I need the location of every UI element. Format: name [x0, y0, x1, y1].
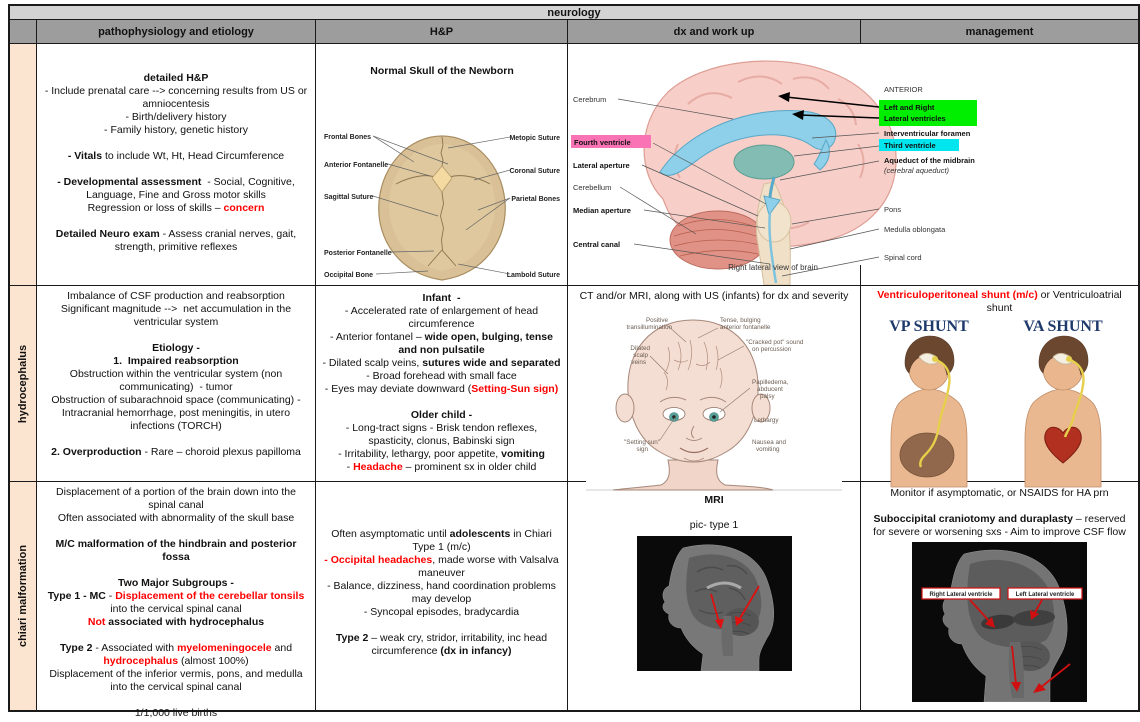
- label-third-ventricle: Third ventricle: [884, 141, 936, 150]
- row-header-chiari: chiari malformation: [10, 482, 37, 710]
- brain-ventricles-diagram: Cerebrum Fourth ventricle Lateral apertu…: [568, 44, 1138, 285]
- vp-shunt-child-figure: [891, 336, 967, 487]
- cell-text: detailed H&P- Include prenatal care --> …: [43, 72, 309, 254]
- management-title: Ventriculoperitoneal shunt (m/c) or Vent…: [861, 286, 1138, 315]
- label-right-lateral-ventricle: Right Lateral ventricle: [929, 592, 993, 598]
- chiari-mri-image: [637, 536, 792, 671]
- neurology-study-sheet: neurology pathophysiology and etiology H…: [0, 0, 1140, 722]
- cell-chiari-pathophysiology: Displacement of a portion of the brain d…: [37, 482, 316, 710]
- label-cracked-pot: "Cracked pot" sound: [746, 339, 804, 346]
- label-sagittal-suture: Sagittal Suture: [324, 194, 374, 201]
- mri-subtitle: pic- type 1: [568, 507, 860, 536]
- brain-shape: [644, 61, 896, 285]
- label-pons: Pons: [884, 205, 901, 214]
- label-transillumination: Positive: [646, 317, 669, 324]
- label-metopic-suture: Metopic Suture: [509, 135, 560, 142]
- va-shunt-heading: VA SHUNT: [1023, 318, 1103, 335]
- column-header-hp: H&P: [316, 20, 568, 44]
- label-lambold-suture: Lambold Suture: [507, 272, 560, 279]
- skull-shape: [379, 136, 506, 280]
- row-header-hydrocephalus: hydrocephalus: [10, 286, 37, 482]
- label-spinal-cord: Spinal cord: [884, 253, 922, 262]
- vp-va-shunt-diagram: VP SHUNT VA SHUNT: [861, 315, 1137, 493]
- label-central-canal: Central canal: [573, 240, 620, 249]
- label-lethargy: Lethargy: [754, 417, 779, 424]
- label-fourth-ventricle: Fourth ventricle: [574, 138, 631, 147]
- label-lateral-ventricles-2: Lateral ventricles: [884, 114, 946, 123]
- column-header-pathophysiology: pathophysiology and etiology: [37, 20, 316, 44]
- label-cerebrum: Cerebrum: [573, 95, 606, 104]
- va-shunt-child-figure: [1025, 336, 1101, 487]
- label-setting-sun: "Setting sun": [624, 439, 660, 446]
- svg-text:scalp: scalp: [633, 352, 648, 359]
- newborn-skull-diagram: Normal Skull of the Newborn: [316, 44, 567, 285]
- row-header-hydrocephalus-label: hydrocephalus: [17, 344, 29, 422]
- label-cerebellum: Cerebellum: [573, 183, 611, 192]
- cell-text: Often asymptomatic until adolescents in …: [322, 528, 561, 658]
- partial-column-divider: [860, 265, 861, 285]
- vp-shunt-heading: VP SHUNT: [889, 318, 969, 335]
- column-header-management: management: [861, 20, 1138, 44]
- column-header-hp-label: H&P: [430, 26, 453, 38]
- row-header-general: [10, 44, 37, 286]
- neurology-table: neurology pathophysiology and etiology H…: [8, 4, 1140, 712]
- label-frontal-bones: Frontal Bones: [324, 134, 371, 141]
- cell-hydrocephalus-pathophysiology: Imbalance of CSF production and reabsorp…: [37, 286, 316, 482]
- label-fontanelle: Tense, bulging: [720, 317, 761, 324]
- label-lateral-aperture: Lateral aperture: [573, 161, 630, 170]
- cell-chiari-dx: MRI pic- type 1: [568, 482, 861, 710]
- label-lateral-ventricles-1: Left and Right: [884, 103, 935, 112]
- svg-text:transillumination: transillumination: [627, 324, 673, 331]
- label-posterior-fontanelle: Posterior Fontanelle: [324, 250, 392, 257]
- peritoneal-cavity: [900, 433, 954, 477]
- label-coronal-suture: Coronal Suture: [509, 168, 560, 175]
- cell-general-dx-management: Cerebrum Fourth ventricle Lateral apertu…: [568, 44, 1138, 286]
- label-nausea: Nausea and: [752, 439, 786, 446]
- label-left-lateral-ventricle: Left Lateral ventricle: [1016, 592, 1075, 598]
- label-anterior: ANTERIOR: [884, 85, 923, 94]
- dx-title: CT and/or MRI, along with US (infants) f…: [568, 286, 860, 303]
- column-header-management-label: management: [966, 26, 1034, 38]
- label-papilledema: Papilledema,: [752, 379, 789, 386]
- svg-text:vomiting: vomiting: [756, 446, 780, 453]
- label-parietal-bones: Parietal Bones: [511, 196, 560, 203]
- svg-text:on percussion: on percussion: [752, 346, 792, 353]
- column-header-dx: dx and work up: [568, 20, 861, 44]
- cell-text: Displacement of a portion of the brain d…: [43, 486, 309, 720]
- svg-text:veins: veins: [631, 359, 646, 366]
- cell-chiari-management: Monitor if asymptomatic, or NSAIDS for H…: [861, 482, 1138, 710]
- label-medulla: Medulla oblongata: [884, 225, 946, 234]
- cell-hydrocephalus-management: Ventriculoperitoneal shunt (m/c) or Vent…: [861, 286, 1138, 482]
- svg-text:anterior fontanelle: anterior fontanelle: [720, 324, 771, 331]
- label-anterior-fontanelle: Anterior Fontanelle: [324, 162, 388, 169]
- cell-hydrocephalus-dx: CT and/or MRI, along with US (infants) f…: [568, 286, 861, 482]
- cell-general-pathophysiology: detailed H&P- Include prenatal care --> …: [37, 44, 316, 286]
- label-dilated-veins: Dilated: [630, 345, 650, 352]
- brain-caption: Right lateral view of brain: [728, 263, 818, 272]
- cerebellum-shape: [670, 211, 766, 269]
- svg-text:sign: sign: [636, 446, 648, 453]
- skull-title: Normal Skull of the Newborn: [370, 65, 514, 77]
- cell-text: Imbalance of CSF production and reabsorp…: [43, 290, 309, 459]
- label-interventricular-foramen: Interventricular foramen: [884, 129, 971, 138]
- svg-text:abducent: abducent: [757, 386, 783, 393]
- cell-text: Monitor if asymptomatic, or NSAIDS for H…: [861, 482, 1138, 539]
- hydrocephalus-infant-diagram: Positive transillumination Tense, bulgin…: [568, 302, 860, 506]
- label-occipital-bone: Occipital Bone: [324, 272, 373, 279]
- label-aqueduct: Aqueduct of the midbrain: [884, 156, 975, 165]
- table-title: neurology: [547, 7, 600, 19]
- cell-general-hp: Normal Skull of the Newborn: [316, 44, 568, 286]
- cell-hydrocephalus-hp: Infant -- Accelerated rate of enlargemen…: [316, 286, 568, 482]
- table-title-bar: neurology: [10, 6, 1138, 20]
- chiari-postop-mri-image: Right Lateral ventricle Left Lateral ven…: [912, 542, 1087, 702]
- svg-text:palsy: palsy: [760, 393, 776, 400]
- row-header-chiari-label: chiari malformation: [17, 545, 29, 647]
- cell-text: Infant -- Accelerated rate of enlargemen…: [322, 292, 561, 474]
- column-header-pathophysiology-label: pathophysiology and etiology: [98, 26, 254, 38]
- label-median-aperture: Median aperture: [573, 206, 631, 215]
- label-cerebral-aqueduct: (cerebral aqueduct): [884, 166, 950, 175]
- column-header-dx-label: dx and work up: [674, 26, 755, 38]
- column-header-blank: [10, 20, 37, 44]
- cell-chiari-hp: Often asymptomatic until adolescents in …: [316, 482, 568, 710]
